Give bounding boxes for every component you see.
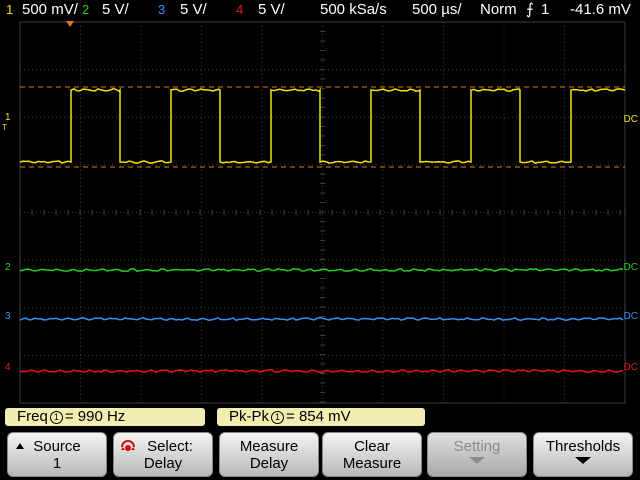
ch3-ground-marker[interactable]: 3	[5, 311, 11, 323]
softkey-value: 1	[52, 455, 62, 472]
ch2-trace	[19, 267, 624, 273]
timebase: 500 µs/	[412, 1, 462, 18]
measurement-value: 990 Hz	[77, 408, 126, 425]
measurement-value: 854 mV	[298, 408, 351, 425]
softkey-value: Delay	[143, 455, 183, 472]
ch4-trace	[19, 368, 624, 374]
ch3-trace	[19, 316, 624, 322]
source-circle-icon: 1	[271, 411, 285, 424]
ch1-scale: 500 mV/	[22, 1, 78, 18]
setting-softkey[interactable]: Setting	[427, 432, 527, 477]
waveform-svg	[19, 21, 626, 404]
softkey-label: Select:	[147, 438, 193, 455]
ch1-dc-indicator: DC	[623, 114, 638, 125]
source-softkey[interactable]: Source 1	[7, 432, 107, 477]
softkey-label: Thresholds	[545, 438, 621, 455]
softkey-label: Clear	[354, 438, 390, 455]
softkey-label: Source	[33, 438, 81, 455]
ch1-number: 1	[6, 2, 14, 17]
trigger-mode: Norm	[480, 1, 517, 18]
ch2-number: 2	[82, 2, 90, 17]
trigger-position-marker	[66, 21, 74, 27]
softkey-value: Delay	[249, 455, 289, 472]
down-arrow-icon	[469, 457, 485, 464]
measure-delay-softkey[interactable]: Measure Delay	[219, 432, 319, 477]
thresholds-softkey[interactable]: Thresholds	[533, 432, 633, 477]
ch3-scale: 5 V/	[180, 1, 207, 18]
trigger-level-marker[interactable]: T	[2, 122, 7, 134]
clear-measure-softkey[interactable]: Clear Measure	[322, 432, 422, 477]
down-arrow-icon	[575, 457, 591, 464]
softkey-bar: Source 1 Select: Delay Measure Delay Cle…	[0, 429, 640, 480]
measurement-label: Freq	[17, 408, 48, 425]
measurement-bar: Freq 1 = 990 Hz Pk-Pk 1 = 854 mV	[0, 405, 640, 429]
sample-rate: 500 kSa/s	[320, 1, 387, 18]
ch4-number: 4	[236, 2, 244, 17]
entry-knob-icon	[121, 440, 135, 451]
ch2-ground-marker[interactable]: 2	[5, 262, 11, 274]
softkey-value: Measure	[342, 455, 402, 472]
ch2-dc-indicator: DC	[623, 262, 638, 273]
graticule	[19, 21, 626, 404]
status-bar: 1 500 mV/ 2 5 V/ 3 5 V/ 4 5 V/ 500 kSa/s…	[0, 0, 640, 20]
ch4-dc-indicator: DC	[623, 362, 638, 373]
measurement-label: Pk-Pk	[229, 408, 270, 425]
trigger-level: -41.6 mV	[570, 1, 631, 18]
ch3-dc-indicator: DC	[623, 311, 638, 322]
measurement-peak-to-peak: Pk-Pk 1 = 854 mV	[217, 408, 425, 426]
softkey-label: Setting	[453, 438, 501, 455]
select-softkey[interactable]: Select: Delay	[113, 432, 213, 477]
up-arrow-icon	[16, 443, 24, 449]
trigger-source: 1	[541, 1, 550, 18]
ch4-scale: 5 V/	[258, 1, 285, 18]
source-circle-icon: 1	[49, 411, 63, 424]
softkey-label: Measure	[239, 438, 299, 455]
waveform-display[interactable]: 1 T 2 3 4 DC DC DC DC	[0, 20, 640, 405]
ch3-number: 3	[158, 2, 166, 17]
ch2-scale: 5 V/	[102, 1, 129, 18]
trigger-edge-icon: ⨍	[526, 1, 534, 18]
ch4-ground-marker[interactable]: 4	[5, 362, 11, 374]
measurement-frequency: Freq 1 = 990 Hz	[5, 408, 205, 426]
